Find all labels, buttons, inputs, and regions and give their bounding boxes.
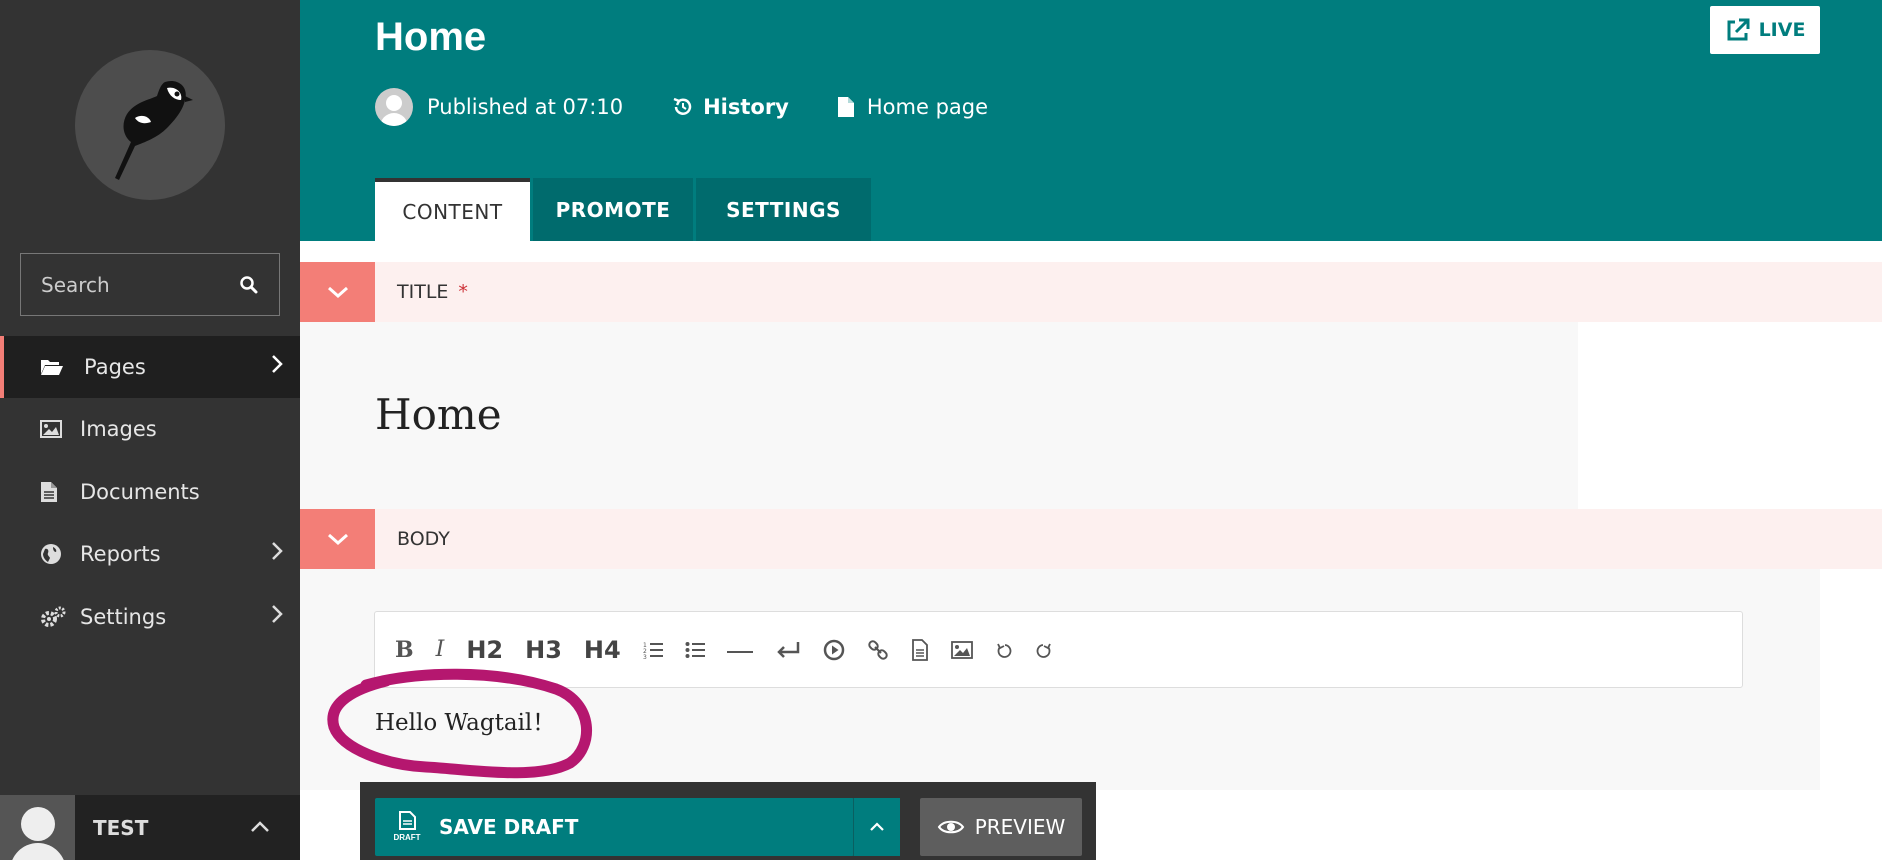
- svg-text:3: 3: [643, 654, 647, 660]
- chevron-right-icon: [270, 354, 300, 380]
- document-icon: [837, 97, 854, 117]
- draft-icon-caption: DRAFT: [393, 833, 420, 842]
- title-label-text: TITLE: [397, 281, 449, 303]
- sidebar-item-label: Images: [80, 417, 157, 441]
- save-draft-label: SAVE DRAFT: [439, 815, 579, 839]
- document-icon: [0, 481, 80, 503]
- link-button[interactable]: [867, 630, 889, 670]
- action-footer: DRAFT SAVE DRAFT PREVIEW: [360, 782, 1096, 860]
- italic-button[interactable]: I: [436, 630, 445, 670]
- chevron-up-icon: [250, 815, 300, 840]
- wagtail-bird-icon: [115, 80, 193, 180]
- cogs-icon: [0, 606, 80, 628]
- horizontal-rule-button[interactable]: [726, 630, 753, 670]
- title-input[interactable]: Home: [375, 390, 502, 439]
- title-panel-header: TITLE *: [300, 262, 1882, 322]
- avatar: [375, 88, 413, 126]
- redo-button[interactable]: [1035, 630, 1053, 670]
- image-button[interactable]: [950, 630, 973, 670]
- h2-button[interactable]: H2: [466, 630, 503, 670]
- more-actions-button[interactable]: [853, 798, 900, 856]
- chevron-down-icon: [327, 533, 348, 546]
- wagtail-logo[interactable]: [75, 50, 225, 200]
- rich-text-toolbar: B I H2 H3 H4 123: [374, 611, 1743, 688]
- save-draft-button[interactable]: DRAFT SAVE DRAFT: [375, 798, 854, 856]
- undo-icon: [996, 643, 1012, 658]
- horizontal-rule-icon: [726, 650, 753, 653]
- sidebar-item-documents[interactable]: Documents: [0, 461, 300, 523]
- undo-button[interactable]: [995, 630, 1013, 670]
- chevron-right-icon: [270, 541, 300, 567]
- chevron-up-icon: [870, 822, 884, 831]
- title-field[interactable]: Home: [300, 322, 1578, 509]
- embed-button[interactable]: [823, 630, 845, 670]
- sidebar-item-label: Settings: [80, 605, 167, 629]
- collapse-toggle[interactable]: [300, 509, 375, 569]
- eye-icon: [937, 820, 964, 834]
- image-icon: [0, 419, 80, 439]
- required-mark: *: [458, 281, 468, 303]
- body-panel-header: BODY: [300, 509, 1882, 569]
- link-icon: [867, 639, 888, 660]
- bullet-list-button[interactable]: [685, 630, 705, 670]
- avatar: [0, 795, 75, 860]
- page-header: Home Published at 07:10 History Home pag…: [300, 0, 1882, 241]
- h4-button[interactable]: H4: [584, 630, 621, 670]
- sidebar-item-pages[interactable]: Pages: [0, 336, 300, 398]
- history-icon: [673, 97, 692, 115]
- line-break-icon: [776, 641, 799, 658]
- folder-open-icon: [4, 357, 84, 377]
- sidebar-item-settings[interactable]: Settings: [0, 586, 300, 648]
- h3-button[interactable]: H3: [525, 630, 562, 670]
- collapse-toggle[interactable]: [300, 262, 375, 322]
- search-icon[interactable]: [239, 275, 259, 295]
- body-label: BODY: [397, 528, 450, 550]
- tab-content[interactable]: CONTENT: [375, 178, 530, 241]
- sidebar-item-reports[interactable]: Reports: [0, 523, 300, 585]
- tab-promote[interactable]: PROMOTE: [533, 178, 693, 241]
- sidebar-item-images[interactable]: Images: [0, 398, 300, 460]
- chevron-down-icon: [327, 286, 348, 299]
- account-name: TEST: [93, 815, 149, 840]
- page-meta: Published at 07:10 History Home page: [375, 88, 988, 126]
- document-icon: [911, 638, 928, 661]
- globe-icon: [0, 543, 80, 565]
- redo-icon: [1036, 643, 1051, 658]
- sidebar-item-label: Pages: [84, 355, 146, 379]
- preview-button[interactable]: PREVIEW: [920, 798, 1082, 856]
- sidebar: Search Pages Images Documents Reports Se…: [0, 0, 300, 860]
- ordered-list-button[interactable]: 123: [643, 630, 663, 670]
- line-break-button[interactable]: [775, 630, 801, 670]
- draft-icon: DRAFT: [375, 811, 439, 843]
- published-status: Published at 07:10: [427, 95, 624, 119]
- bold-button[interactable]: B: [395, 630, 414, 670]
- preview-label: PREVIEW: [974, 815, 1066, 839]
- play-circle-icon: [823, 639, 844, 660]
- chevron-right-icon: [270, 604, 300, 630]
- tab-settings[interactable]: SETTINGS: [696, 178, 871, 241]
- document-link-button[interactable]: [911, 630, 929, 670]
- search-input[interactable]: Search: [20, 253, 280, 316]
- search-placeholder: Search: [41, 272, 110, 297]
- account-menu[interactable]: TEST: [0, 795, 300, 860]
- page-type: Home page: [866, 95, 989, 119]
- bullet-list-icon: [685, 641, 705, 658]
- live-label: LIVE: [1758, 19, 1806, 41]
- history-link[interactable]: History: [703, 95, 789, 119]
- ordered-list-icon: 123: [643, 642, 663, 660]
- sidebar-item-label: Documents: [80, 480, 200, 504]
- sidebar-item-label: Reports: [80, 542, 161, 566]
- image-icon: [950, 640, 973, 659]
- page-title: Home: [375, 15, 487, 59]
- title-label: TITLE *: [397, 262, 468, 322]
- editor-content[interactable]: Hello Wagtail！: [375, 703, 555, 737]
- external-link-icon: [1727, 18, 1750, 41]
- tab-bar: CONTENT PROMOTE SETTINGS: [375, 178, 874, 241]
- live-button[interactable]: LIVE: [1710, 6, 1820, 54]
